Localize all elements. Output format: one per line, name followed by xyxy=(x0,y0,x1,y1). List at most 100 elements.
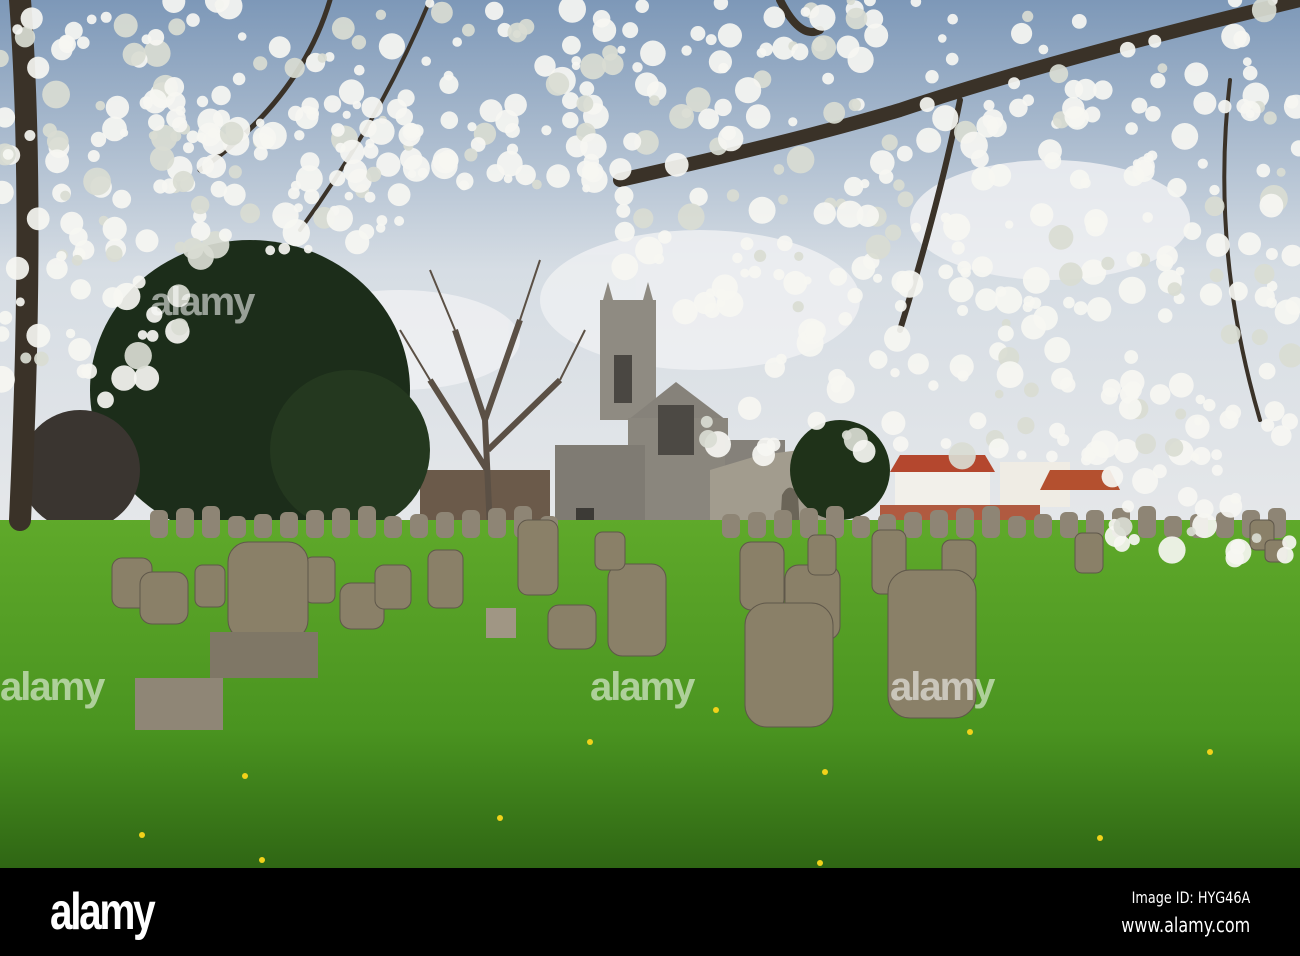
blossom-cluster xyxy=(756,48,767,58)
blossom-cluster xyxy=(919,97,935,113)
blossom-cluster xyxy=(228,165,242,179)
blossom-cluster xyxy=(1022,267,1050,294)
blossom-cluster xyxy=(70,279,91,300)
blossom-cluster xyxy=(969,412,987,430)
blossom-cluster xyxy=(775,353,787,365)
blossom-cluster xyxy=(1251,329,1268,346)
dandelion xyxy=(497,815,503,821)
blossom-cluster xyxy=(892,436,909,452)
blossom-cluster xyxy=(1276,167,1286,177)
blossom-cluster xyxy=(1221,23,1247,50)
blossom-cluster xyxy=(975,288,998,311)
blossom-cluster xyxy=(139,96,153,110)
blossom-cluster xyxy=(1132,159,1142,168)
blossom-cluster xyxy=(60,190,71,201)
blossom-cluster xyxy=(172,117,188,133)
blossom-cluster xyxy=(196,132,207,143)
blossom-cluster xyxy=(580,53,607,80)
blossom-cluster xyxy=(983,99,995,111)
blossom-cluster xyxy=(609,158,632,181)
blossom-cluster xyxy=(705,34,717,46)
blossom-cluster xyxy=(304,188,320,205)
churchyard-photo xyxy=(0,0,1300,868)
blossom-cluster xyxy=(925,70,939,84)
footer-bar: alamy Image ID: HYG46A www.alamy.com xyxy=(0,868,1300,956)
dandelion xyxy=(587,739,593,745)
gravestone xyxy=(852,516,870,538)
blossom-cluster xyxy=(971,166,996,191)
blossom-cluster xyxy=(1086,297,1112,322)
blossom-cluster xyxy=(836,200,864,228)
blossom-cluster xyxy=(219,121,244,146)
dandelion xyxy=(1207,749,1213,755)
blossom-cluster xyxy=(1120,369,1145,395)
blossom-cluster xyxy=(1218,99,1232,114)
dandelion xyxy=(822,769,828,775)
blossom-cluster xyxy=(948,277,974,303)
blossom-cluster xyxy=(614,221,635,242)
blossom-cluster xyxy=(940,212,952,223)
gravestone xyxy=(227,541,309,641)
gravestone xyxy=(374,564,412,610)
blossom-cluster xyxy=(1228,281,1248,301)
blossom-cluster xyxy=(1219,410,1239,429)
blossom-cluster xyxy=(1118,396,1142,420)
blossom-cluster xyxy=(265,245,276,256)
blossom-cluster xyxy=(994,389,1004,399)
blossom-cluster xyxy=(1145,106,1161,122)
blossom-cluster xyxy=(1281,413,1299,430)
blossom-cluster xyxy=(223,183,246,206)
blossom-cluster xyxy=(64,21,83,40)
blossom-cluster xyxy=(1048,224,1074,250)
blossom-cluster xyxy=(948,442,976,470)
blossom-cluster xyxy=(860,179,870,189)
blossom-cluster xyxy=(1131,97,1148,114)
stock-photo: alamy alamy alamy alamy alamy Image ID: … xyxy=(0,0,1300,956)
blossom-cluster xyxy=(1038,44,1049,55)
blossom-cluster xyxy=(945,52,959,66)
blossom-cluster xyxy=(602,53,624,76)
blossom-cluster xyxy=(658,230,672,244)
blossom-cluster xyxy=(191,195,210,215)
blossom-cluster xyxy=(1171,122,1199,150)
blossom-cluster xyxy=(417,167,428,178)
blossom-cluster xyxy=(1152,464,1167,479)
blossom-cluster xyxy=(1091,430,1119,459)
blossom-cluster xyxy=(503,174,513,184)
blossom-cluster xyxy=(467,122,477,132)
blossom-cluster xyxy=(960,131,988,160)
blossom-cluster xyxy=(532,179,542,190)
gravestone xyxy=(930,510,948,538)
gravestone xyxy=(384,516,402,538)
blossom-cluster xyxy=(838,312,853,326)
blossom-cluster xyxy=(1030,203,1054,227)
gravestone xyxy=(410,514,428,538)
blossom-cluster xyxy=(504,123,520,138)
blossom-cluster xyxy=(735,77,762,104)
blossom-cluster xyxy=(1101,256,1115,270)
blossom-cluster xyxy=(438,150,459,171)
blossom-cluster xyxy=(786,145,815,174)
blossom-cluster xyxy=(1142,212,1153,223)
blossom-cluster xyxy=(464,148,478,162)
blossom-cluster xyxy=(1084,106,1101,123)
gravestone xyxy=(826,506,844,538)
blossom-cluster xyxy=(592,18,617,42)
gravestone xyxy=(547,604,597,650)
blossom-cluster xyxy=(868,350,888,369)
gravestone xyxy=(488,508,506,538)
blossom-cluster xyxy=(135,229,159,253)
blossom-cluster xyxy=(545,72,570,96)
blossom-cluster xyxy=(1022,94,1034,106)
blossom-cluster xyxy=(1046,450,1058,463)
blossom-cluster xyxy=(1157,308,1173,323)
image-id: Image ID: HYG46A xyxy=(1131,888,1250,907)
gravestone xyxy=(739,541,785,611)
dandelion xyxy=(139,832,145,838)
gravestone xyxy=(1060,512,1078,538)
gravestone xyxy=(306,510,324,538)
blossom-cluster xyxy=(340,139,365,165)
blossom-cluster xyxy=(1264,401,1285,422)
blossom-cluster xyxy=(1204,196,1225,217)
blossom-cluster xyxy=(672,299,698,325)
